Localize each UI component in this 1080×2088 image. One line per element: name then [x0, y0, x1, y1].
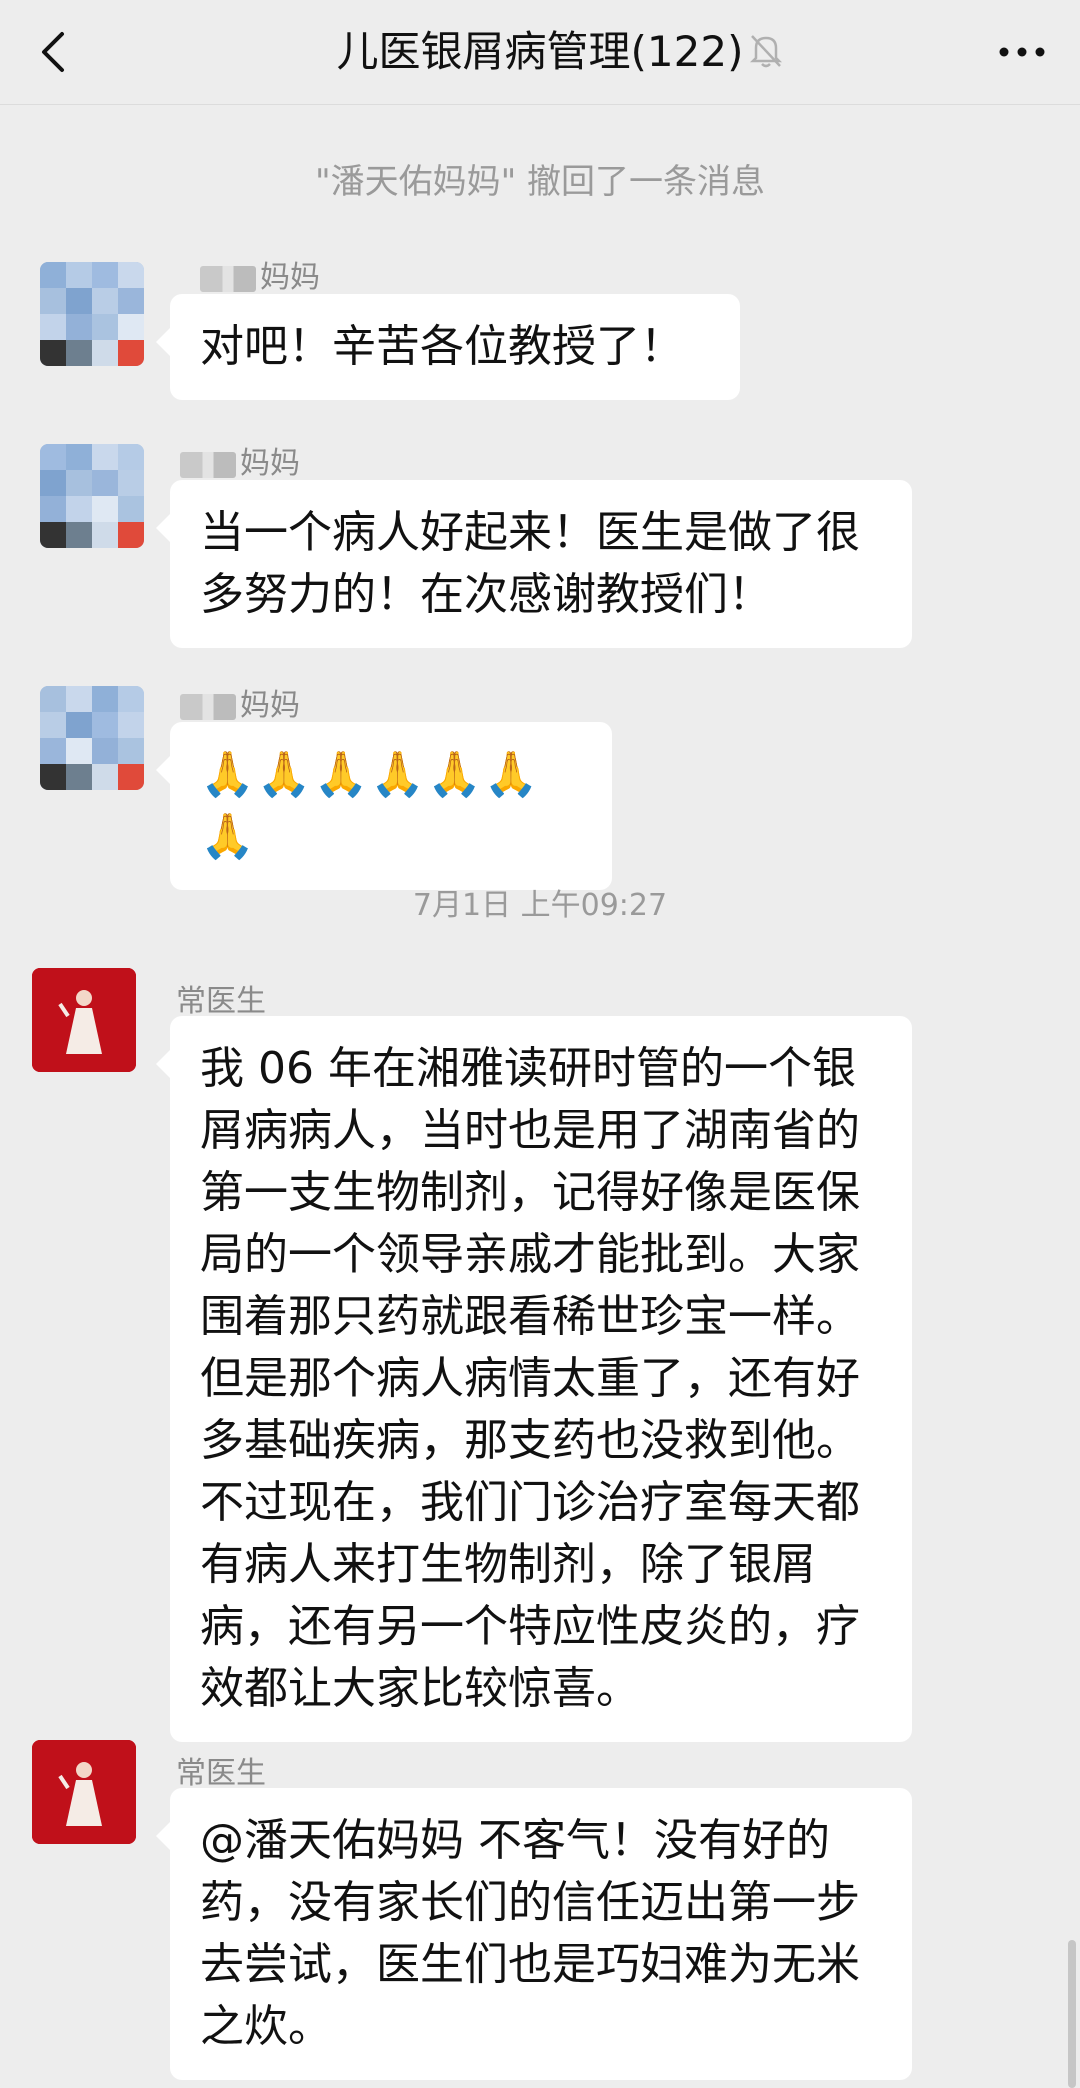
chat-header: 儿医银屑病管理(122) [0, 0, 1080, 105]
message-bubble[interactable]: 当一个病人好起来！医生是做了很多努力的！在次感谢教授们！ [156, 480, 912, 648]
avatar[interactable] [40, 686, 144, 790]
avatar-figure-icon [32, 1740, 136, 1844]
avatar[interactable] [40, 262, 144, 366]
sender-name: 妈妈 [180, 438, 300, 482]
message-bubble[interactable]: 我 06 年在湘雅读研时管的一个银屑病病人，当时也是用了湖南省的第一支生物制剂，… [156, 1016, 912, 1742]
scrollbar[interactable] [1068, 1940, 1076, 2088]
avatar-figure-icon [32, 968, 136, 1072]
avatar[interactable] [32, 1740, 136, 1844]
more-options-button[interactable] [992, 26, 1052, 78]
recall-notice: "潘天佑妈妈" 撤回了一条消息 [314, 162, 766, 202]
sender-name: 常医生 [176, 984, 266, 1019]
sender-name: 妈妈 [180, 680, 300, 724]
bell-off-icon [744, 28, 788, 72]
avatar[interactable] [32, 968, 136, 1072]
sender-name: 常医生 [176, 1756, 266, 1791]
message-bubble[interactable]: 🙏🙏🙏🙏🙏🙏🙏 [156, 722, 612, 890]
ellipsis-icon [999, 47, 1045, 57]
avatar[interactable] [40, 444, 144, 548]
message-bubble[interactable]: 对吧！辛苦各位教授了！ [156, 294, 740, 400]
sender-name: 妈妈 [200, 252, 320, 296]
message-bubble[interactable]: @潘天佑妈妈 不客气！没有好的药，没有家长们的信任迈出第一步去尝试，医生们也是巧… [156, 1788, 912, 2080]
timestamp: 7月1日 上午09:27 [412, 888, 668, 923]
chat-title: 儿医银屑病管理(122) [336, 27, 744, 76]
